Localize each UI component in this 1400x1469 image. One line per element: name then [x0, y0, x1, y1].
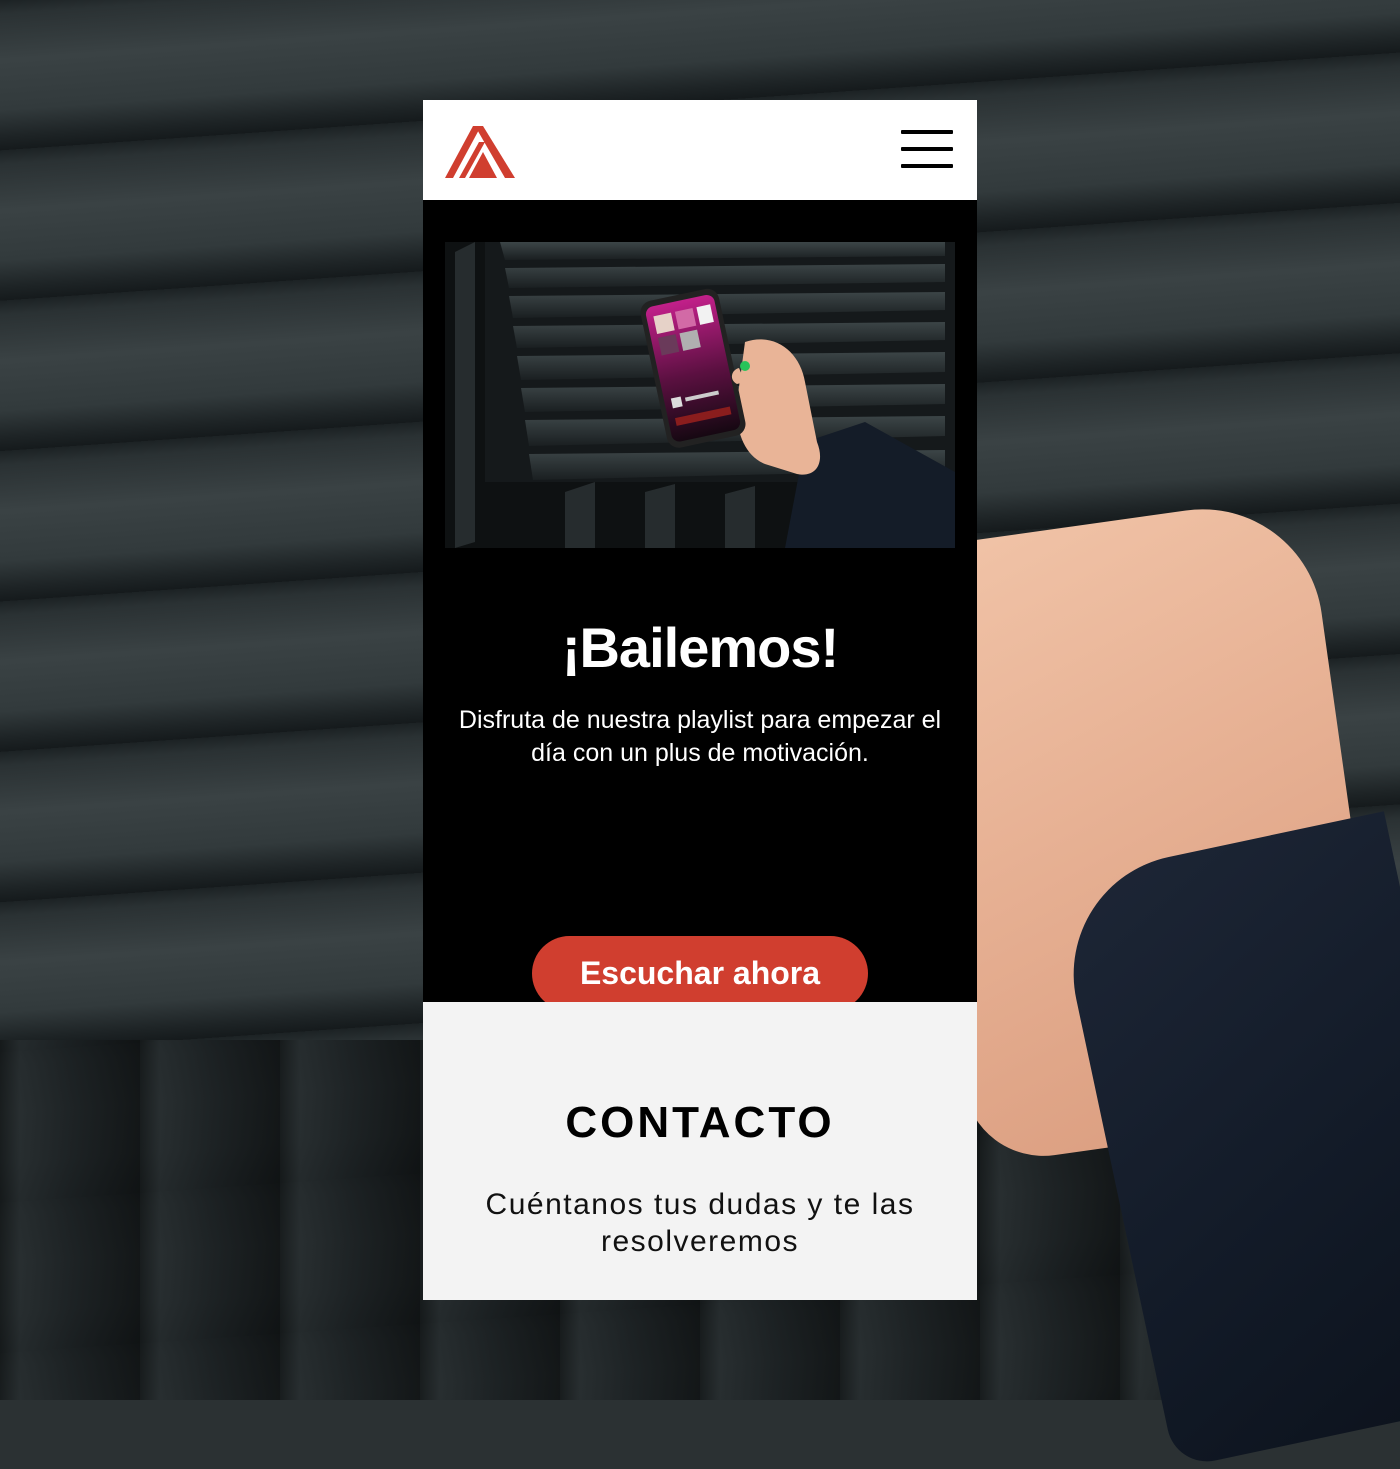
hero-description: Disfruta de nuestra playlist para empeza… [458, 706, 942, 767]
phone-music-app-photo [445, 242, 955, 548]
mobile-page-mockup: ¡Bailemos! Disfruta de nuestra playlist … [423, 100, 977, 1300]
hero-title: ¡Bailemos! [561, 616, 839, 679]
top-navbar [423, 100, 977, 200]
contact-title: CONTACTO [565, 1098, 835, 1147]
listen-now-button[interactable]: Escuchar ahora [532, 936, 868, 1011]
brand-logo-icon[interactable] [445, 122, 515, 178]
contact-section: CONTACTO Cuéntanos tus dudas y te las re… [423, 1002, 977, 1300]
hero-section: ¡Bailemos! Disfruta de nuestra playlist … [423, 200, 977, 1011]
hamburger-menu-icon[interactable] [901, 130, 955, 170]
contact-description: Cuéntanos tus dudas y te las resolveremo… [485, 1188, 915, 1258]
